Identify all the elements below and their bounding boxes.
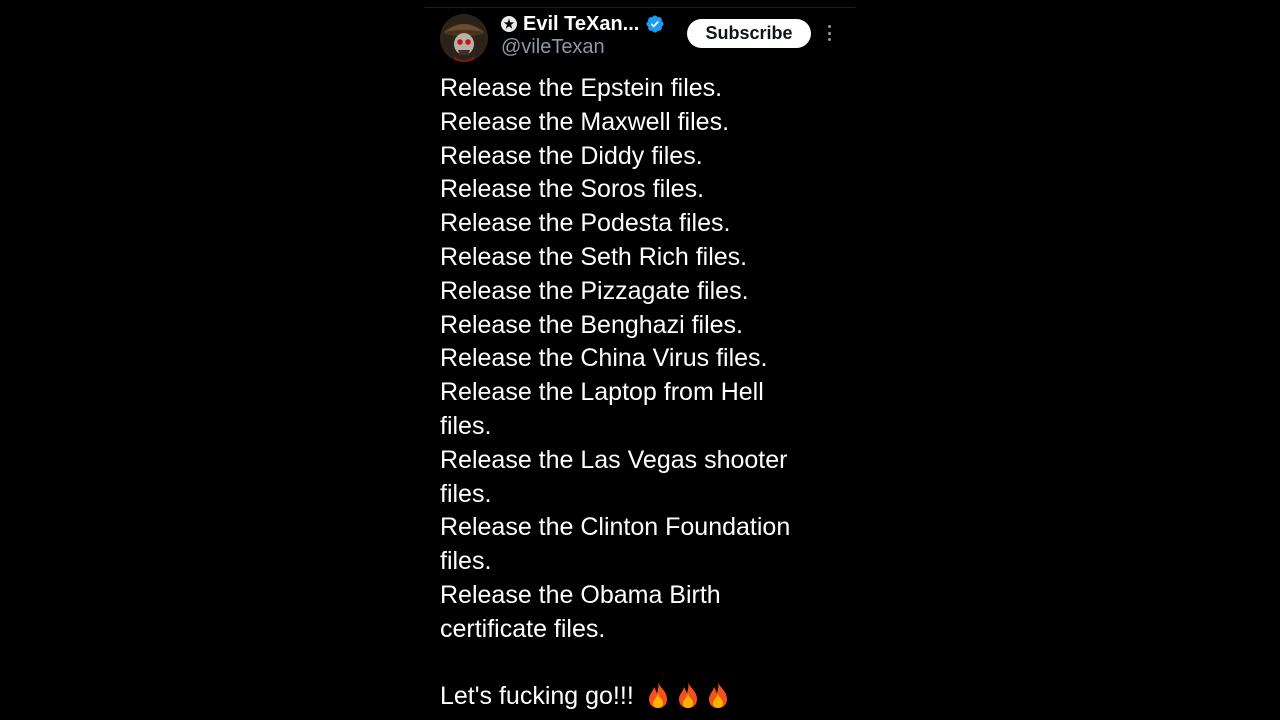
star-circle-icon: ★ bbox=[501, 16, 517, 32]
tweet-line: files. bbox=[440, 411, 492, 440]
fire-icon bbox=[648, 682, 667, 708]
tweet-line: Release the Pizzagate files. bbox=[440, 276, 749, 305]
avatar[interactable] bbox=[440, 14, 488, 62]
fire-icon bbox=[678, 682, 697, 708]
subscribe-button[interactable]: Subscribe bbox=[687, 19, 811, 48]
tweet-line: Release the China Virus files. bbox=[440, 344, 768, 373]
tweet-line: Release the Diddy files. bbox=[440, 141, 703, 170]
tweet-line: Release the Laptop from Hell bbox=[440, 378, 764, 407]
skull-cowboy-avatar-icon bbox=[440, 14, 488, 62]
tweet-text: Release the Epstein files. Release the M… bbox=[440, 72, 840, 647]
tweet-line: Release the Clinton Foundation bbox=[440, 513, 791, 542]
tweet-line: Release the Podesta files. bbox=[440, 209, 731, 238]
tweet-line: files. bbox=[440, 479, 492, 508]
tweet-line: Release the Soros files. bbox=[440, 175, 705, 204]
tweet-line: certificate files. bbox=[440, 614, 606, 643]
tweet-line: Release the Obama Birth bbox=[440, 580, 721, 609]
display-name[interactable]: Evil TeXan... bbox=[523, 13, 639, 36]
author-name-row[interactable]: ★ Evil TeXan... bbox=[501, 11, 665, 37]
tweet-line: Release the Las Vegas shooter bbox=[440, 445, 788, 474]
fire-emoji-group bbox=[641, 682, 731, 710]
tweet-line: files. bbox=[440, 547, 492, 576]
tweet-closing-line: Let's fucking go!!! bbox=[440, 679, 731, 713]
tweet-line: Release the Seth Rich files. bbox=[440, 242, 748, 271]
divider bbox=[425, 7, 855, 8]
tweet-line: Release the Benghazi files. bbox=[440, 310, 743, 339]
verified-badge-icon bbox=[646, 15, 664, 33]
tweet-line: Release the Maxwell files. bbox=[440, 107, 730, 136]
tweet-line: Release the Epstein files. bbox=[440, 74, 723, 102]
author-handle[interactable]: @vileTexan bbox=[501, 36, 605, 59]
more-vertical-icon[interactable] bbox=[822, 22, 836, 44]
closing-text: Let's fucking go!!! bbox=[440, 682, 634, 710]
fire-icon bbox=[708, 682, 727, 708]
